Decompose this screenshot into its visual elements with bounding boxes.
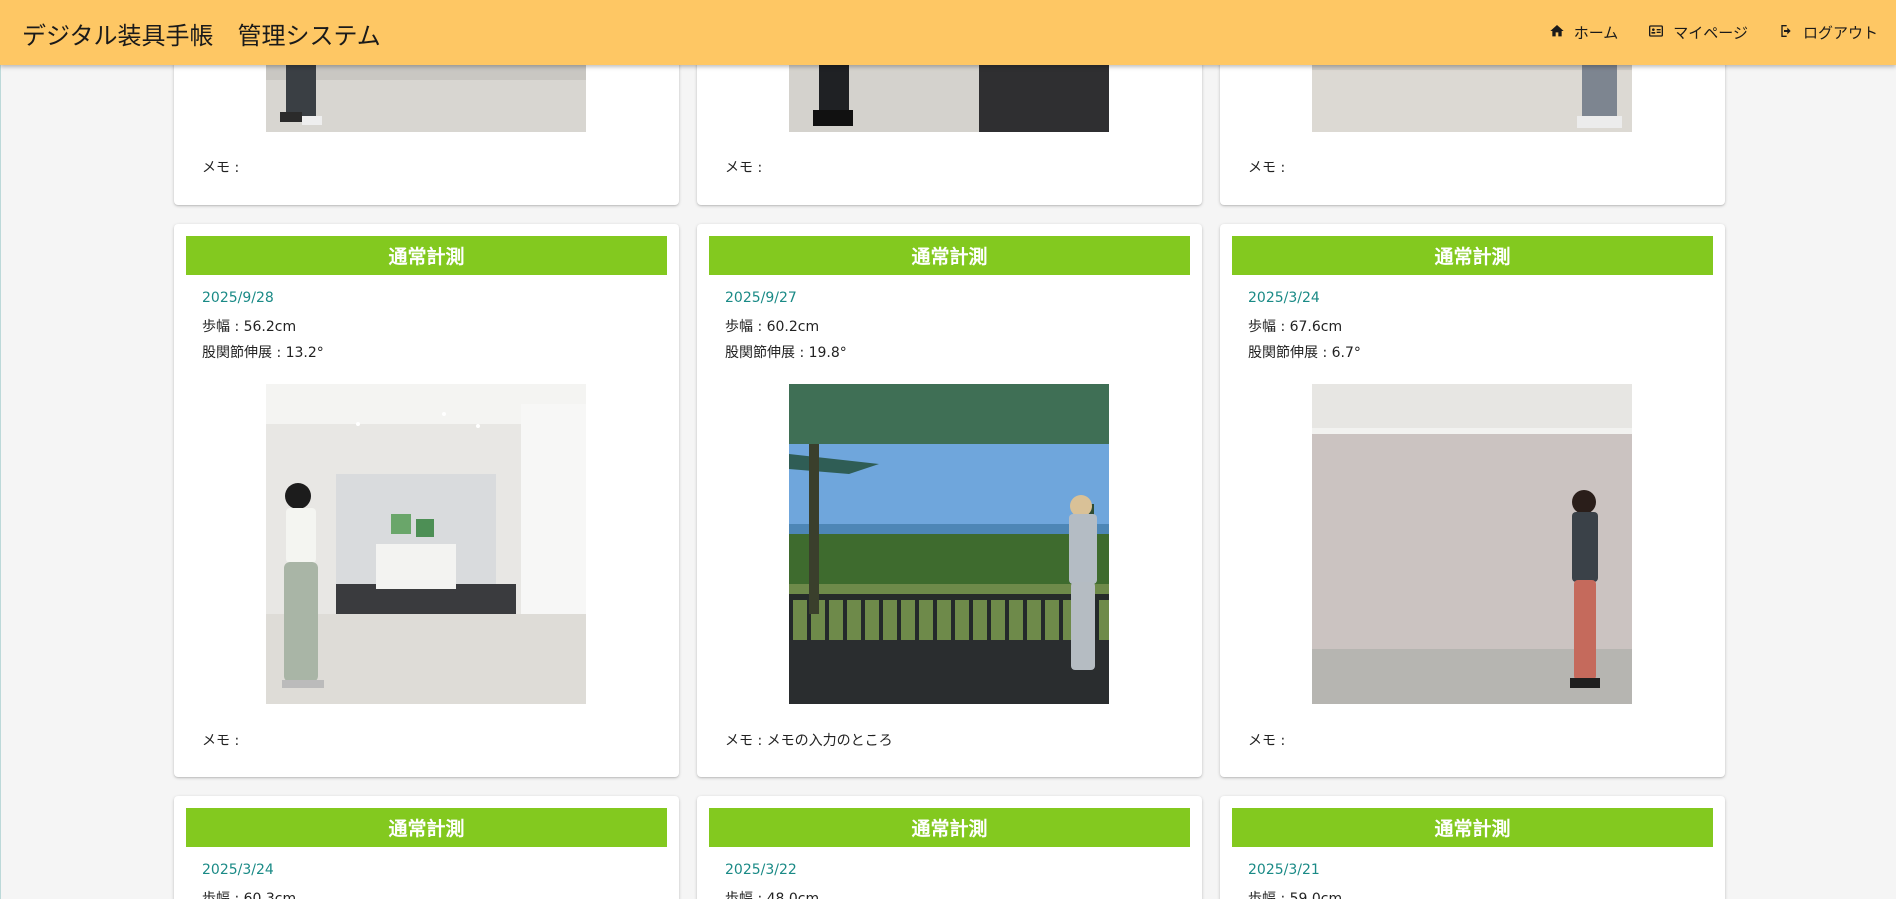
stride-value: 歩幅 : 60.3cm [202, 891, 297, 899]
memo-text: メモ : [1248, 160, 1286, 176]
id-card-icon [1648, 23, 1664, 43]
record-card-4[interactable]: 通常計測 2025/3/24 歩幅 : 60.3cm [174, 796, 679, 899]
nav-home-button[interactable]: ホーム [1549, 22, 1619, 43]
top-nav: ホーム マイページ ログアウト [1519, 0, 1878, 65]
record-date: 2025/3/24 [202, 862, 274, 878]
card-grid[interactable]: メモ : メモ : メモ : 通常計測 2025/9/28 歩幅: 56.2c… [0, 0, 1896, 899]
nav-mypage-button[interactable]: マイページ [1648, 22, 1748, 43]
memo-text: メモ : [1248, 733, 1286, 749]
memo-text: メモ : [725, 160, 763, 176]
stride-value: 歩幅 : 67.6cm [1248, 319, 1343, 335]
record-date: 2025/9/28 [202, 290, 274, 306]
measurement-type-header: 通常計測 [709, 236, 1190, 275]
hip-extension-value: 股関節伸展 : 19.8° [725, 345, 847, 361]
hip-extension-value: 股関節伸展 : 13.2° [202, 345, 324, 361]
stride-value: 歩幅 : 56.2cm [202, 319, 297, 335]
record-date: 2025/9/27 [725, 290, 797, 306]
hip-extension-value: 股関節伸展 : 6.7° [1248, 345, 1361, 361]
memo-text: メモ : メモの入力のところ [725, 733, 893, 749]
record-card-2[interactable]: 通常計測 2025/9/27 歩幅 : 60.2cm 股関節伸展 : 19.8° [697, 224, 1202, 777]
measurement-photo[interactable] [1312, 384, 1632, 704]
record-card-3[interactable]: 通常計測 2025/3/24 歩幅 : 67.6cm 股関節伸展 : 6.7° … [1220, 224, 1725, 777]
measurement-type-header: 通常計測 [1232, 236, 1713, 275]
record-card-6[interactable]: 通常計測 2025/3/21 歩幅 : 59.0cm [1220, 796, 1725, 899]
stride-value: 歩幅 : 48.0cm [725, 891, 820, 899]
stride-value: 歩幅 : 59.0cm [1248, 891, 1343, 899]
memo-text: メモ : [202, 160, 240, 176]
measurement-type-header: 通常計測 [709, 808, 1190, 847]
record-card-5[interactable]: 通常計測 2025/3/22 歩幅 : 48.0cm [697, 796, 1202, 899]
measurement-type-header: 通常計測 [1232, 808, 1713, 847]
measurement-type-header: 通常計測 [186, 808, 667, 847]
logout-icon [1778, 23, 1794, 43]
nav-logout-label: ログアウト [1802, 24, 1878, 42]
measurement-photo[interactable] [266, 384, 586, 704]
stride-value: 歩幅 : 60.2cm [725, 319, 820, 335]
memo-text: メモ : [202, 733, 240, 749]
nav-home-label: ホーム [1573, 24, 1619, 42]
record-date: 2025/3/21 [1248, 862, 1320, 878]
nav-logout-button[interactable]: ログアウト [1778, 22, 1878, 43]
measurement-type-header: 通常計測 [186, 236, 667, 275]
record-card-1[interactable]: 通常計測 2025/9/28 歩幅 : 56.2cm 股関節伸展 : 13.2° [174, 224, 679, 777]
nav-mypage-label: マイページ [1673, 24, 1748, 42]
app-bar: デジタル装具手帳 管理システム ホーム マイページ ログアウト [0, 0, 1896, 65]
app-title: デジタル装具手帳 管理システム [22, 22, 381, 50]
record-date: 2025/3/24 [1248, 290, 1320, 306]
home-icon [1549, 23, 1565, 43]
measurement-photo[interactable] [789, 384, 1109, 704]
record-date: 2025/3/22 [725, 862, 797, 878]
